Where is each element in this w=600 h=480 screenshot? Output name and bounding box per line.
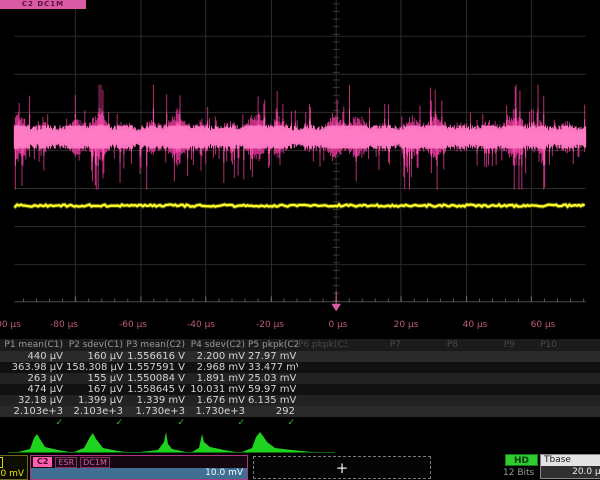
measure-value-num-p2: 2.103e+3	[66, 406, 126, 417]
measure-value-mean-p1: 363.98 µV	[0, 362, 66, 373]
measure-value-sdev-p3: 1.339 mV	[126, 395, 188, 406]
histicon-P1[interactable]	[18, 434, 70, 452]
measure-value-value-p1: 440 µV	[0, 351, 66, 362]
x-axis-label: 0 µs	[328, 320, 347, 330]
measure-value-sdev-p4: 1.676 mV	[188, 395, 248, 406]
timebase-label: Tbase	[541, 455, 600, 466]
parameter-histicons	[0, 429, 600, 455]
measure-value-max-p4: 10.031 mV	[188, 384, 248, 395]
measure-value-max-p3: 1.558645 V	[126, 384, 188, 395]
parameter-header-7[interactable]: P7	[347, 340, 404, 350]
trace-annotation-badge[interactable]: C2 DC1M	[0, 0, 86, 9]
histicon-P5[interactable]	[242, 432, 312, 452]
measure-value-num-p1: 2.103e+3	[0, 406, 66, 417]
parameter-header-8[interactable]: P8	[404, 340, 461, 350]
hd-mode-badge[interactable]: HD	[505, 454, 538, 466]
measure-value-num-p5: 292	[248, 406, 298, 417]
measure-value-num-p3: 1.730e+3	[126, 406, 188, 417]
timebase-descriptor-box[interactable]: Tbase 20.0 µs/div	[540, 454, 600, 479]
parameter-header-9[interactable]: P9	[461, 340, 518, 350]
waveform-grid	[0, 0, 600, 318]
measure-value-value-p4: 2.200 mV	[188, 351, 248, 362]
descriptor-bar: DC1M 0 mV C2 ESR DC1M 10.0 mV + HD 12 Bi…	[0, 453, 600, 480]
measure-value-max-p5: 59.97 mV	[248, 384, 298, 395]
c2-descriptor-box[interactable]: C2 ESR DC1M 10.0 mV	[30, 455, 248, 480]
parameter-header-6[interactable]: P6 pkpk(C3)	[298, 340, 347, 350]
x-axis-label: 20 µs	[394, 320, 419, 330]
c2-scale-value: 10.0 mV	[31, 468, 247, 479]
measure-value-max-p1: 474 µV	[0, 384, 66, 395]
measure-table-row: 2.103e+32.103e+31.730e+31.730e+3292	[0, 406, 600, 417]
status-check-p3: ✓	[126, 418, 188, 428]
timebase-value: 20.0 µs/div	[541, 466, 600, 478]
measure-value-mean-p2: 158.308 µV	[66, 362, 126, 373]
c2-descriptor-top: C2 ESR DC1M	[31, 456, 247, 468]
parameter-header-4[interactable]: P4 sdev(C2)	[188, 340, 248, 350]
histicon-P3[interactable]	[140, 432, 186, 452]
add-trace-button[interactable]: +	[253, 456, 431, 479]
measure-table-row: 474 µV167 µV1.558645 V10.031 mV59.97 mV	[0, 384, 600, 395]
measure-table-row: 363.98 µV158.308 µV1.557591 V2.968 mV33.…	[0, 362, 600, 373]
status-check-p4: ✓	[188, 418, 248, 428]
measure-value-sdev-p5: 6.135 mV	[248, 395, 298, 406]
c2-channel-label: C2	[33, 457, 52, 467]
c2-esr-badge: ESR	[55, 457, 77, 468]
parameter-header-3[interactable]: P3 mean(C2)	[126, 340, 188, 350]
x-axis-label: -20 µs	[256, 320, 284, 330]
status-check-p1: ✓	[0, 418, 66, 428]
c1-coupling-badge: DC1M	[0, 457, 3, 468]
measure-table-header-row: P1 mean(C1)P2 sdev(C1)P3 mean(C2)P4 sdev…	[0, 339, 600, 351]
x-axis-labels: -100 µs -80 µs -60 µs -40 µs -20 µs 0 µs 20 µs…	[0, 320, 600, 334]
measure-table-row: 440 µV160 µV1.556616 V2.200 mV27.97 mV	[0, 351, 600, 362]
c2-coupling-badge: DC1M	[80, 457, 110, 468]
measure-value-min-p4: 1.891 mV	[188, 373, 248, 384]
c1-scale-value: 0 mV	[0, 468, 27, 479]
x-axis-label: 40 µs	[463, 320, 488, 330]
x-axis-label: 60 µs	[531, 320, 556, 330]
x-axis-label: -40 µs	[187, 320, 215, 330]
measure-value-min-p1: 263 µV	[0, 373, 66, 384]
measure-table-row: 32.18 µV1.399 µV1.339 mV1.676 mV6.135 mV	[0, 395, 600, 406]
measure-value-sdev-p1: 32.18 µV	[0, 395, 66, 406]
x-axis-label: -100 µs	[0, 320, 21, 330]
adc-bits-label: 12 Bits	[503, 468, 543, 478]
measure-value-min-p3: 1.550084 V	[126, 373, 188, 384]
c1-descriptor-box[interactable]: DC1M 0 mV	[0, 455, 28, 480]
measure-value-num-p4: 1.730e+3	[188, 406, 248, 417]
measure-value-min-p2: 155 µV	[66, 373, 126, 384]
measure-value-mean-p5: 33.477 mV	[248, 362, 298, 373]
oscilloscope-screen: C2 DC1M -100 µs -80 µs -60 µs -40 µs -20 µs 0…	[0, 0, 600, 480]
measurement-table: P1 mean(C1)P2 sdev(C1)P3 mean(C2)P4 sdev…	[0, 339, 600, 428]
measure-table-row: ✓✓✓✓✓	[0, 417, 600, 428]
parameter-header-2[interactable]: P2 sdev(C1)	[66, 340, 126, 350]
status-check-p5: ✓	[248, 418, 298, 428]
measure-value-value-p5: 27.97 mV	[248, 351, 298, 362]
measure-value-max-p2: 167 µV	[66, 384, 126, 395]
parameter-header-10[interactable]: P10	[518, 340, 560, 350]
histicon-P2[interactable]	[74, 433, 126, 452]
x-axis-label: -60 µs	[119, 320, 147, 330]
measure-value-min-p5: 25.03 mV	[248, 373, 298, 384]
measure-value-value-p3: 1.556616 V	[126, 351, 188, 362]
measure-value-sdev-p2: 1.399 µV	[66, 395, 126, 406]
measure-value-value-p2: 160 µV	[66, 351, 126, 362]
x-axis-label: -80 µs	[50, 320, 78, 330]
measure-value-mean-p4: 2.968 mV	[188, 362, 248, 373]
measure-table-row: 263 µV155 µV1.550084 V1.891 mV25.03 mV	[0, 373, 600, 384]
status-check-p2: ✓	[66, 418, 126, 428]
histicon-P4[interactable]	[192, 434, 236, 452]
parameter-header-5[interactable]: P5 pkpk(C2)	[248, 340, 298, 350]
parameter-header-1[interactable]: P1 mean(C1)	[0, 340, 66, 350]
measure-value-mean-p3: 1.557591 V	[126, 362, 188, 373]
